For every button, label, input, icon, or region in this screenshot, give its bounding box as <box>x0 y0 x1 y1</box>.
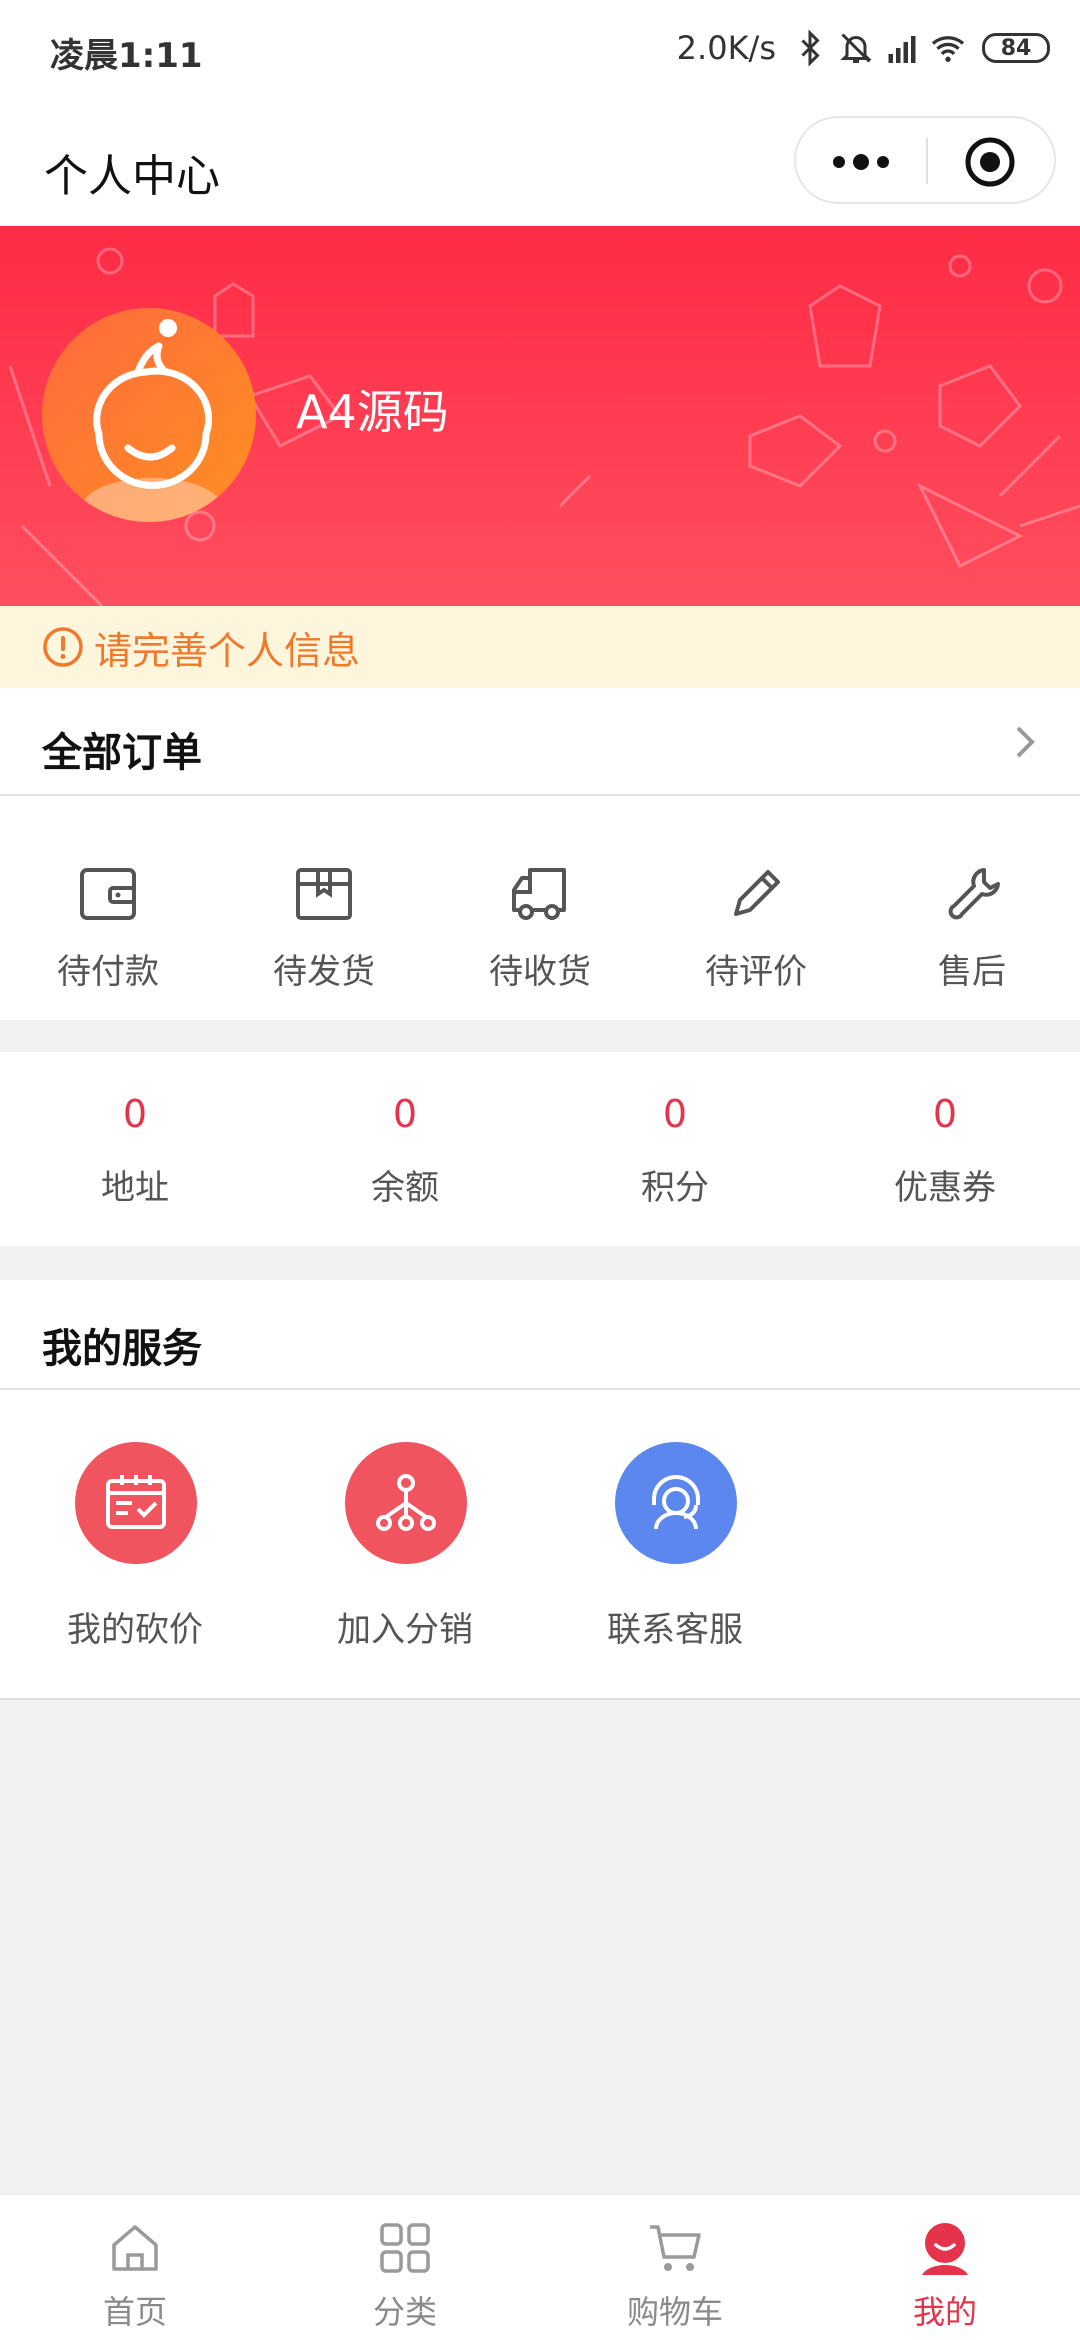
account-stats: 0 地址 0 余额 0 积分 0 优惠券 <box>0 1052 1080 1246</box>
mini-program-capsule <box>794 116 1056 204</box>
username[interactable]: A4源码 <box>296 376 449 442</box>
stat-value: 0 <box>392 1092 418 1136</box>
more-dots-icon[interactable] <box>832 152 890 172</box>
service-customer-support[interactable]: 联系客服 <box>540 1390 810 1700</box>
stat-label: 优惠券 <box>894 1168 996 1208</box>
service-icon-circle <box>75 1442 197 1564</box>
mute-bell-icon <box>840 33 872 63</box>
stat-value: 0 <box>122 1092 148 1136</box>
calendar-check-icon <box>106 1475 166 1529</box>
tab-home[interactable]: 首页 <box>0 2195 270 2340</box>
user-face-icon <box>922 2223 968 2275</box>
tab-label: 首页 <box>102 2293 167 2331</box>
services-grid: 我的砍价 加入分销 联系客服 <box>0 1390 1080 1700</box>
order-status-after-sales[interactable]: 售后 <box>864 796 1080 1020</box>
bottom-tab-bar: 首页 分类 购物车 我的 <box>0 2194 1080 2340</box>
service-icon-circle <box>345 1442 467 1564</box>
stat-value: 0 <box>932 1092 958 1136</box>
notice-text: 请完善个人信息 <box>94 628 361 673</box>
truck-icon <box>512 868 566 920</box>
service-bargain[interactable]: 我的砍价 <box>0 1390 270 1700</box>
wrench-icon <box>948 868 1000 920</box>
stat-points[interactable]: 0 积分 <box>540 1052 810 1246</box>
profile-banner: A4源码 <box>0 226 1080 606</box>
status-bar: 凌晨1:11 2.0K/s 84 <box>0 0 1080 100</box>
stat-address[interactable]: 0 地址 <box>0 1052 270 1246</box>
tab-category[interactable]: 分类 <box>270 2195 540 2340</box>
tab-label: 购物车 <box>626 2293 723 2331</box>
service-icon-circle <box>615 1442 737 1564</box>
orders-title: 全部订单 <box>42 730 202 776</box>
wallet-icon <box>80 868 136 920</box>
battery-icon: 84 <box>982 33 1050 63</box>
stat-coupons[interactable]: 0 优惠券 <box>810 1052 1080 1246</box>
stat-label: 积分 <box>641 1168 709 1208</box>
order-status-label: 待发货 <box>273 952 375 992</box>
hd-signal-icon <box>888 36 916 63</box>
bluetooth-icon <box>801 30 820 66</box>
order-status-label: 待评价 <box>705 952 807 992</box>
services-header: 我的服务 <box>0 1280 1080 1390</box>
wifi-icon <box>931 36 965 62</box>
order-status-label: 待收货 <box>489 952 591 992</box>
order-status-pending-receipt[interactable]: 待收货 <box>432 796 648 1020</box>
services-title: 我的服务 <box>42 1326 202 1372</box>
nav-bar: 个人中心 <box>0 100 1080 226</box>
alert-circle-icon <box>43 627 83 667</box>
package-icon <box>296 868 352 920</box>
stat-label: 余额 <box>371 1168 439 1208</box>
chevron-right-icon <box>1016 726 1035 758</box>
pomegranate-avatar-icon <box>82 319 222 522</box>
headset-agent-icon <box>652 1475 700 1530</box>
service-distribution[interactable]: 加入分销 <box>270 1390 540 1700</box>
service-label: 加入分销 <box>337 1610 473 1650</box>
stat-value: 0 <box>662 1092 688 1136</box>
pencil-icon <box>734 870 780 916</box>
target-close-icon[interactable] <box>964 136 1016 188</box>
service-label: 联系客服 <box>607 1610 743 1650</box>
order-status-pending-payment[interactable]: 待付款 <box>0 796 216 1020</box>
order-status-pending-review[interactable]: 待评价 <box>648 796 864 1020</box>
capsule-divider <box>926 138 928 184</box>
all-orders-link[interactable]: 全部订单 <box>0 688 1080 796</box>
status-time: 凌晨1:11 <box>50 36 203 76</box>
tab-cart[interactable]: 购物车 <box>540 2195 810 2340</box>
home-icon <box>112 2225 158 2271</box>
grid-icon <box>380 2223 430 2273</box>
network-speed: 2.0K/s <box>676 29 776 67</box>
order-status-label: 售后 <box>938 952 1006 992</box>
network-tree-icon <box>376 1474 436 1531</box>
order-status-pending-shipment[interactable]: 待发货 <box>216 796 432 1020</box>
cart-icon <box>650 2225 701 2271</box>
page-title: 个人中心 <box>44 151 220 202</box>
profile-incomplete-notice[interactable]: 请完善个人信息 <box>0 606 1080 688</box>
status-indicators: 2.0K/s 84 <box>677 26 1050 70</box>
stat-label: 地址 <box>101 1168 169 1208</box>
service-label: 我的砍价 <box>67 1610 203 1650</box>
avatar[interactable] <box>42 308 256 522</box>
order-status-row: 待付款 待发货 待收货 待评价 售后 <box>0 796 1080 1020</box>
tab-label: 我的 <box>912 2293 977 2331</box>
tab-label: 分类 <box>372 2293 437 2331</box>
stat-balance[interactable]: 0 余额 <box>270 1052 540 1246</box>
order-status-label: 待付款 <box>57 952 159 992</box>
tab-mine[interactable]: 我的 <box>810 2195 1080 2340</box>
